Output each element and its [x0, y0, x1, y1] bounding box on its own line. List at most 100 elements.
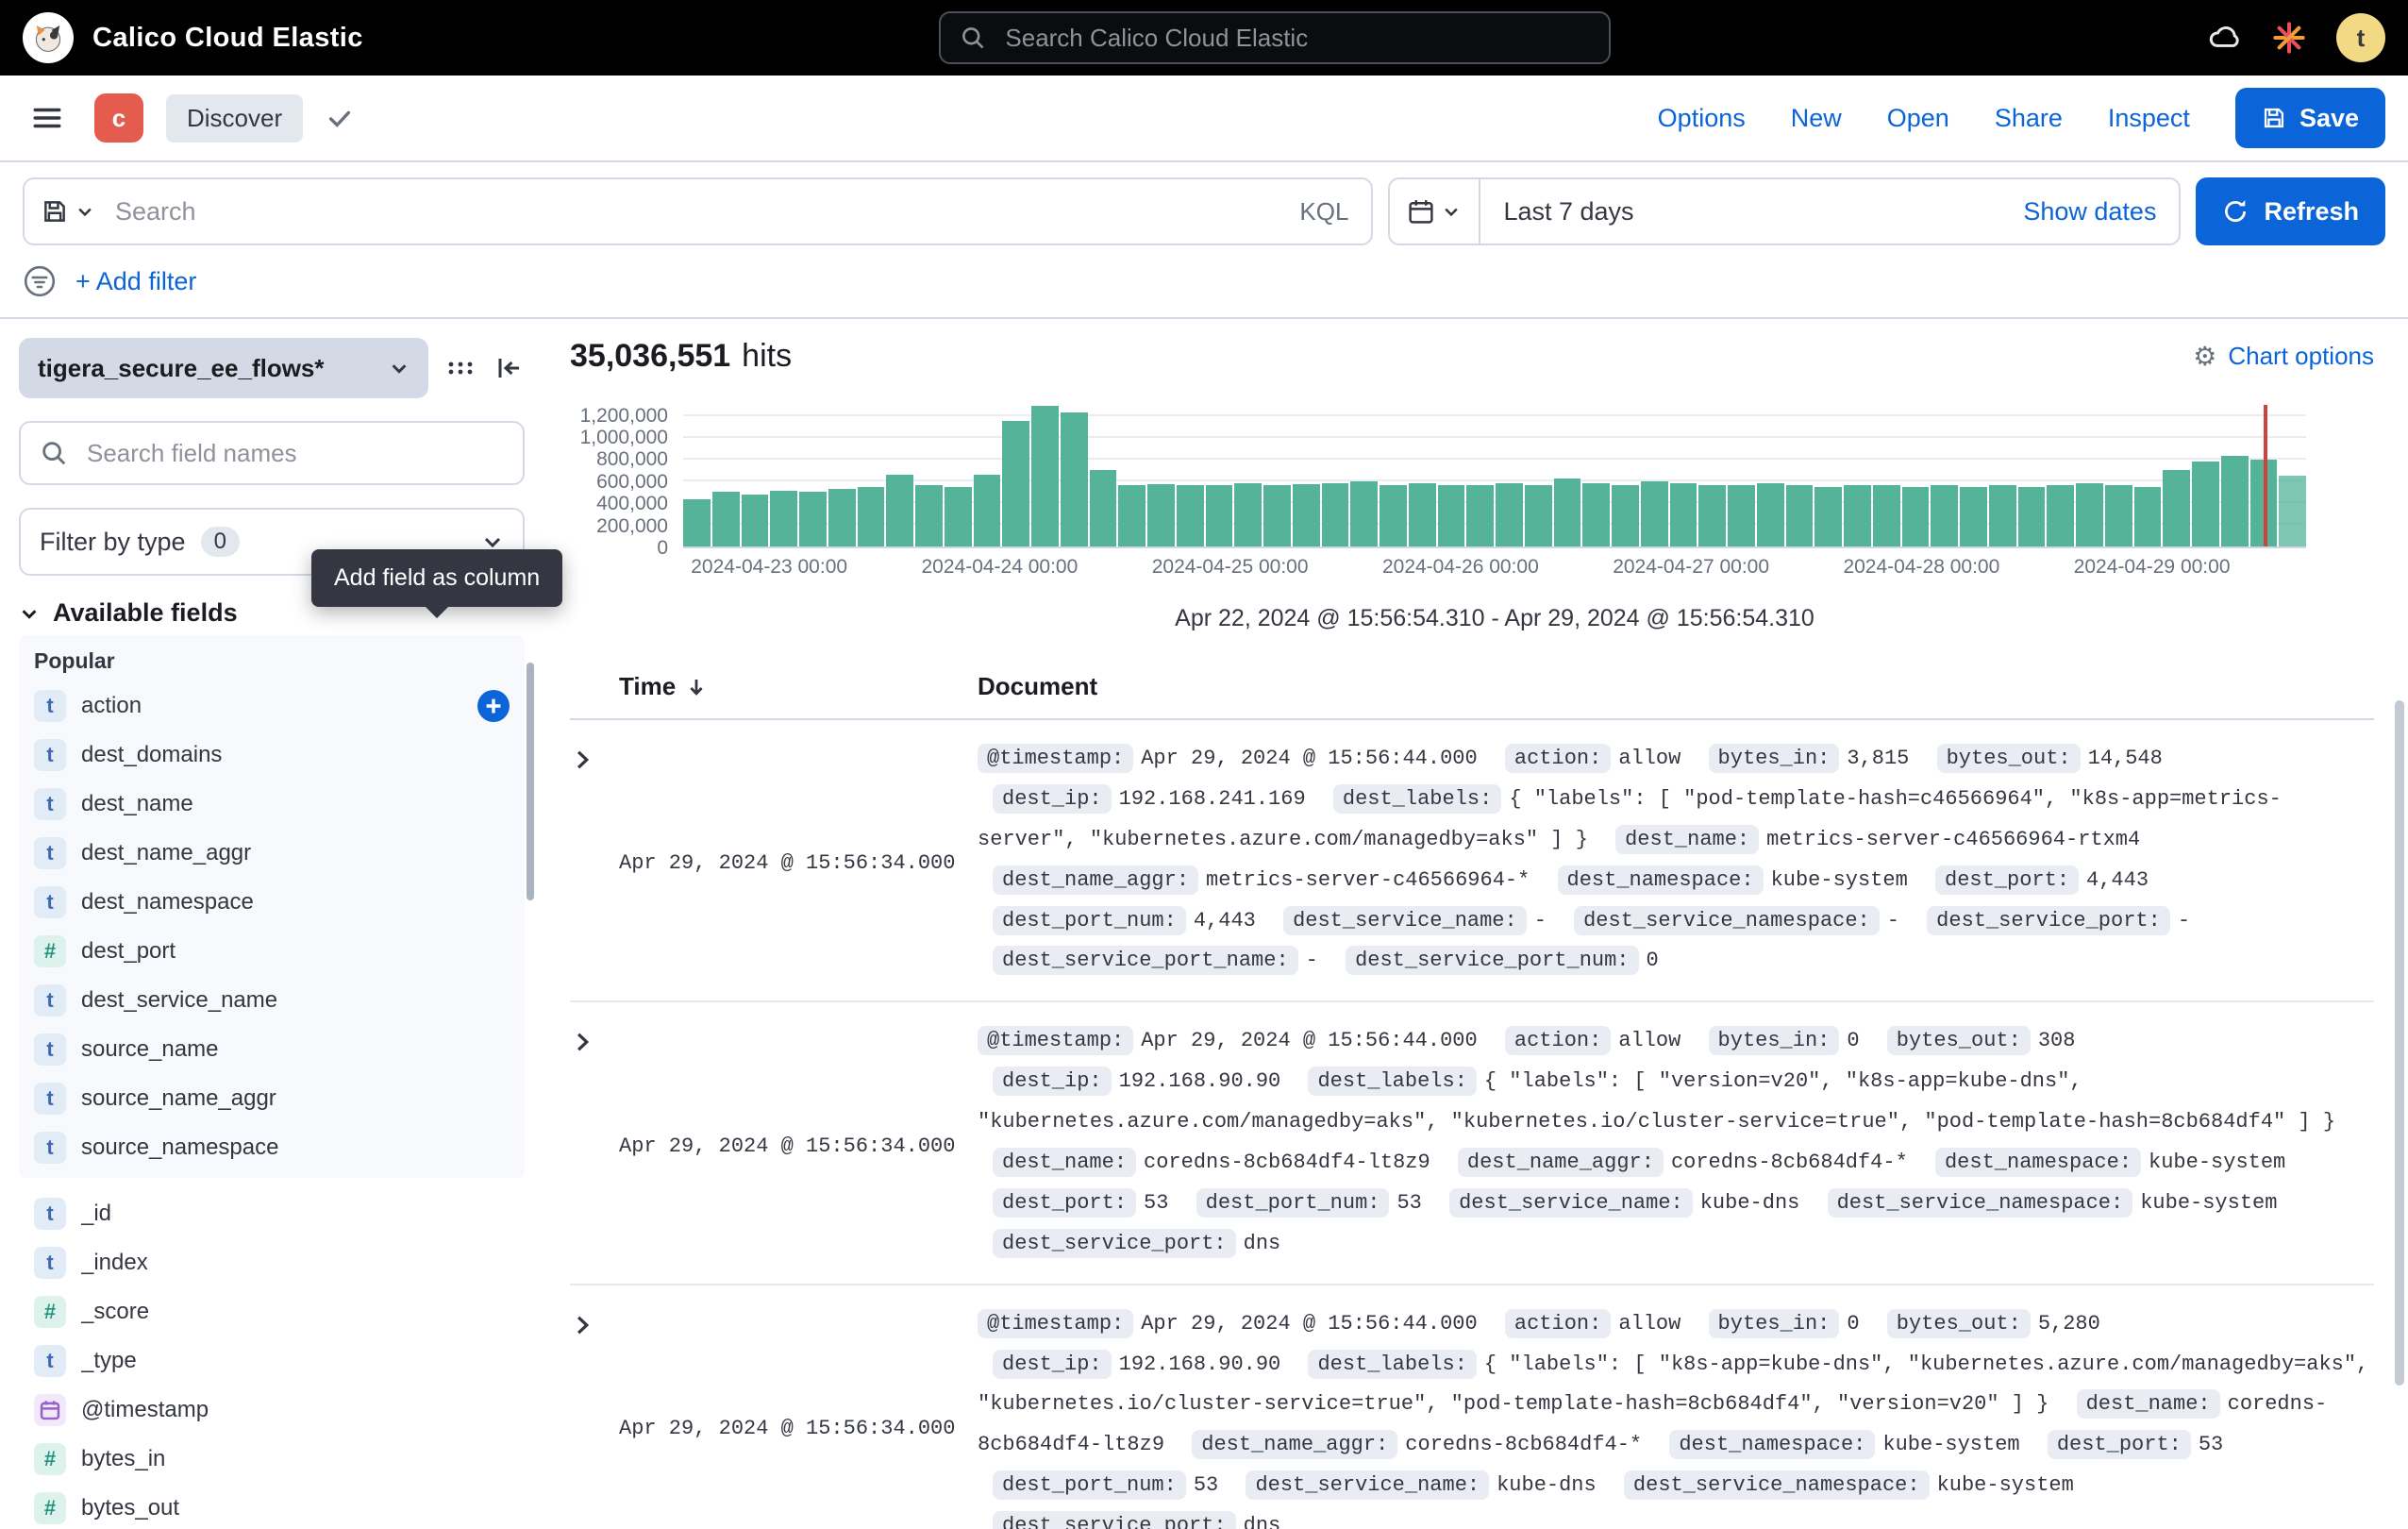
histogram-bar[interactable]: [1931, 485, 1958, 546]
sort-descending-icon[interactable]: [685, 676, 708, 698]
histogram-plot[interactable]: [683, 405, 2306, 548]
field-item-source_name[interactable]: tsource_name: [19, 1025, 525, 1074]
expand-row-button[interactable]: [570, 743, 604, 777]
histogram-bar[interactable]: [2221, 456, 2249, 546]
field-item-dest_service_name[interactable]: tdest_service_name: [19, 976, 525, 1025]
histogram-bar[interactable]: [1177, 485, 1204, 546]
histogram-bar[interactable]: [683, 499, 711, 546]
histogram-bar[interactable]: [1350, 481, 1378, 546]
index-pattern-options-icon[interactable]: [445, 353, 476, 383]
histogram-bar[interactable]: [1409, 483, 1436, 546]
histogram-bar[interactable]: [2192, 462, 2219, 546]
histogram-bar[interactable]: [1293, 484, 1320, 546]
histogram-bar[interactable]: [828, 489, 856, 546]
time-range-value[interactable]: Last 7 days: [1480, 197, 2000, 227]
histogram-bar[interactable]: [1641, 481, 1668, 546]
field-item-_index[interactable]: t_index: [19, 1238, 525, 1287]
field-item-dest_name_aggr[interactable]: tdest_name_aggr: [19, 829, 525, 878]
saved-query-menu-button[interactable]: [25, 179, 111, 244]
field-search-input[interactable]: [83, 437, 504, 470]
histogram-bar[interactable]: [1814, 487, 1842, 546]
cloud-icon[interactable]: [2206, 20, 2242, 56]
histogram-bar[interactable]: [2134, 487, 2162, 546]
field-item-_id[interactable]: t_id: [19, 1189, 525, 1238]
table-scrollbar[interactable]: [2395, 700, 2404, 1386]
refresh-button[interactable]: Refresh: [2196, 177, 2385, 245]
show-dates-link[interactable]: Show dates: [2000, 197, 2179, 227]
histogram-bar[interactable]: [1670, 483, 1697, 546]
histogram-bar[interactable]: [1554, 479, 1581, 546]
sidebar-scrollbar[interactable]: [527, 663, 534, 900]
histogram-bar[interactable]: [742, 495, 769, 546]
field-item-dest_namespace[interactable]: tdest_namespace: [19, 878, 525, 927]
histogram-bar[interactable]: [2047, 485, 2074, 546]
histogram-bar[interactable]: [1466, 485, 1494, 546]
time-column-header[interactable]: Time: [619, 672, 676, 701]
field-item-dest_port[interactable]: #dest_port: [19, 927, 525, 976]
collapse-sidebar-icon[interactable]: [494, 353, 525, 383]
sparkle-icon[interactable]: [2272, 21, 2306, 55]
histogram-bar[interactable]: [1844, 485, 1871, 546]
histogram-bar[interactable]: [2076, 483, 2103, 546]
new-link[interactable]: New: [1791, 104, 1842, 133]
inspect-link[interactable]: Inspect: [2108, 104, 2190, 133]
field-item-source_name_aggr[interactable]: tsource_name_aggr: [19, 1074, 525, 1123]
space-badge[interactable]: c: [94, 93, 143, 143]
open-link[interactable]: Open: [1887, 104, 1949, 133]
histogram-bar[interactable]: [945, 487, 972, 546]
calendar-menu-button[interactable]: [1390, 179, 1480, 244]
histogram-bar[interactable]: [1496, 483, 1523, 547]
histogram-bar[interactable]: [1234, 483, 1262, 546]
kql-badge[interactable]: KQL: [1277, 197, 1371, 227]
histogram-bar[interactable]: [1728, 485, 1755, 546]
histogram-bar[interactable]: [2163, 470, 2190, 546]
histogram-bar[interactable]: [1438, 485, 1465, 546]
histogram-bar[interactable]: [2279, 476, 2306, 546]
histogram-bar[interactable]: [1757, 483, 1784, 546]
field-item-dest_domains[interactable]: tdest_domains: [19, 731, 525, 780]
field-item-action[interactable]: taction: [19, 681, 525, 731]
field-item-@timestamp[interactable]: @timestamp: [19, 1386, 525, 1435]
histogram-bar[interactable]: [1061, 412, 1088, 546]
histogram-bar[interactable]: [1873, 485, 1900, 546]
histogram-bar[interactable]: [1698, 485, 1726, 546]
histogram-bar[interactable]: [2105, 485, 2132, 546]
histogram-bar[interactable]: [770, 491, 797, 546]
histogram-bar[interactable]: [858, 487, 885, 546]
histogram-bar[interactable]: [1380, 485, 1407, 546]
expand-row-button[interactable]: [570, 1025, 604, 1059]
expand-row-button[interactable]: [570, 1308, 604, 1342]
hamburger-menu-icon[interactable]: [23, 93, 72, 143]
histogram-bar[interactable]: [1960, 487, 1987, 546]
histogram-bar[interactable]: [1090, 470, 1117, 546]
histogram-bar[interactable]: [1989, 485, 2016, 546]
histogram-bar[interactable]: [2018, 487, 2046, 546]
histogram-bar[interactable]: [1263, 485, 1291, 546]
save-button[interactable]: Save: [2235, 88, 2385, 148]
histogram-bar[interactable]: [974, 475, 1001, 546]
index-pattern-select[interactable]: tigera_secure_ee_flows*: [19, 338, 428, 398]
field-item-bytes_out[interactable]: #bytes_out: [19, 1484, 525, 1529]
field-item-_type[interactable]: t_type: [19, 1336, 525, 1386]
histogram-bar[interactable]: [1612, 485, 1639, 546]
global-search[interactable]: [939, 11, 1611, 64]
histogram-bar[interactable]: [1322, 483, 1349, 547]
histogram-bar[interactable]: [1118, 485, 1145, 546]
filter-icon[interactable]: [23, 264, 57, 298]
field-item-source_namespace[interactable]: tsource_namespace: [19, 1123, 525, 1172]
add-field-as-column-button[interactable]: [477, 690, 510, 722]
options-link[interactable]: Options: [1658, 104, 1746, 133]
histogram-bar[interactable]: [1582, 483, 1610, 546]
histogram-bar[interactable]: [1147, 484, 1175, 546]
histogram-bar[interactable]: [1206, 485, 1233, 546]
user-avatar[interactable]: t: [2336, 13, 2385, 62]
histogram-bar[interactable]: [1786, 485, 1814, 546]
field-item-bytes_in[interactable]: #bytes_in: [19, 1435, 525, 1484]
histogram-bar[interactable]: [1031, 406, 1059, 546]
histogram-bar[interactable]: [1002, 421, 1029, 546]
histogram-bar[interactable]: [1902, 487, 1930, 546]
histogram-bars[interactable]: [683, 405, 2306, 546]
histogram-bar[interactable]: [1525, 485, 1552, 546]
global-search-input[interactable]: [1001, 22, 1590, 55]
field-item-dest_name[interactable]: tdest_name: [19, 780, 525, 829]
